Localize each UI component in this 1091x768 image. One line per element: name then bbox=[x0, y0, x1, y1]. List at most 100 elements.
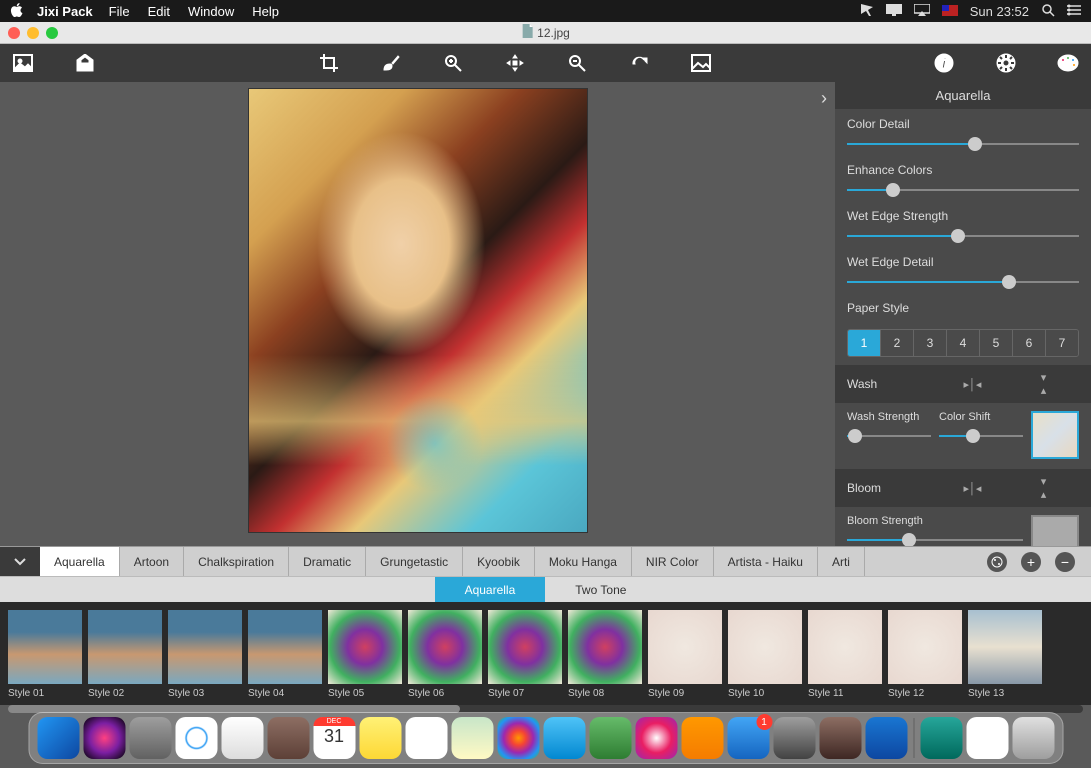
clock[interactable]: Sun 23:52 bbox=[970, 4, 1029, 19]
enhance-colors-slider[interactable] bbox=[847, 183, 1079, 197]
dock-itunes[interactable] bbox=[635, 717, 677, 759]
menu-window[interactable]: Window bbox=[188, 4, 234, 19]
brush-icon[interactable] bbox=[380, 52, 402, 74]
effect-tab-chalkspiration[interactable]: Chalkspiration bbox=[184, 547, 289, 576]
redo-icon[interactable] bbox=[628, 52, 650, 74]
crop-icon[interactable] bbox=[318, 52, 340, 74]
dock-ibooks[interactable] bbox=[681, 717, 723, 759]
style-preset[interactable]: Style 03 bbox=[168, 610, 242, 703]
color-detail-slider[interactable] bbox=[847, 137, 1079, 151]
bloom-strength-slider[interactable] bbox=[847, 533, 1023, 546]
display-icon[interactable] bbox=[886, 4, 902, 19]
style-preset[interactable]: Style 04 bbox=[248, 610, 322, 703]
dock-appstore[interactable]: 1 bbox=[727, 717, 769, 759]
dock-reminders[interactable] bbox=[405, 717, 447, 759]
style-preset[interactable]: Style 08 bbox=[568, 610, 642, 703]
app-name[interactable]: Jixi Pack bbox=[37, 4, 93, 19]
style-preset[interactable]: Style 09 bbox=[648, 610, 722, 703]
effect-tabs-expand-icon[interactable] bbox=[0, 547, 40, 576]
wash-strength-slider[interactable] bbox=[847, 429, 931, 443]
wet-edge-detail-slider[interactable] bbox=[847, 275, 1079, 289]
effect-tab-artoon[interactable]: Artoon bbox=[120, 547, 184, 576]
compare-icon[interactable] bbox=[690, 52, 712, 74]
paper-style-6[interactable]: 6 bbox=[1013, 330, 1046, 356]
close-window-button[interactable] bbox=[8, 27, 20, 39]
style-preset[interactable]: Style 06 bbox=[408, 610, 482, 703]
color-shift-slider[interactable] bbox=[939, 429, 1023, 443]
dock-safari[interactable] bbox=[175, 717, 217, 759]
menu-file[interactable]: File bbox=[109, 4, 130, 19]
sub-tab-two-tone[interactable]: Two Tone bbox=[545, 577, 656, 602]
wet-edge-strength-slider[interactable] bbox=[847, 229, 1079, 243]
quick-action-icon[interactable] bbox=[860, 3, 874, 20]
bloom-flip-horizontal-icon[interactable]: ▸│◂ bbox=[937, 482, 1008, 495]
dock-messages[interactable] bbox=[543, 717, 585, 759]
paper-style-2[interactable]: 2 bbox=[881, 330, 914, 356]
effect-tab-grungetastic[interactable]: Grungetastic bbox=[366, 547, 463, 576]
dock-calendar[interactable]: DEC31 bbox=[313, 717, 355, 759]
paper-style-4[interactable]: 4 bbox=[947, 330, 980, 356]
dock-downloads[interactable] bbox=[920, 717, 962, 759]
palette-icon[interactable] bbox=[1057, 52, 1079, 74]
effect-tab-dramatic[interactable]: Dramatic bbox=[289, 547, 366, 576]
menu-help[interactable]: Help bbox=[252, 4, 279, 19]
remove-preset-button[interactable]: − bbox=[1055, 552, 1075, 572]
settings-icon[interactable] bbox=[995, 52, 1017, 74]
pan-icon[interactable] bbox=[504, 52, 526, 74]
style-preset[interactable]: Style 10 bbox=[728, 610, 802, 703]
apple-menu-icon[interactable] bbox=[10, 3, 23, 20]
paper-style-3[interactable]: 3 bbox=[914, 330, 947, 356]
style-preset[interactable]: Style 02 bbox=[88, 610, 162, 703]
effect-tab-moku-hanga[interactable]: Moku Hanga bbox=[535, 547, 632, 576]
dock-contacts[interactable] bbox=[267, 717, 309, 759]
dock-siri[interactable] bbox=[83, 717, 125, 759]
dock-maps[interactable] bbox=[451, 717, 493, 759]
bloom-preview-thumb[interactable] bbox=[1031, 515, 1079, 546]
sub-tab-aquarella[interactable]: Aquarella bbox=[435, 577, 546, 602]
paper-style-5[interactable]: 5 bbox=[980, 330, 1013, 356]
wash-preview-thumb[interactable] bbox=[1031, 411, 1079, 459]
dock-finder[interactable] bbox=[37, 717, 79, 759]
flip-vertical-icon[interactable]: ▾▴ bbox=[1008, 371, 1079, 397]
dock-photos[interactable] bbox=[497, 717, 539, 759]
effect-tab-arti[interactable]: Arti bbox=[818, 547, 865, 576]
dock-mail[interactable] bbox=[221, 717, 263, 759]
paper-style-7[interactable]: 7 bbox=[1046, 330, 1078, 356]
style-preset[interactable]: Style 05 bbox=[328, 610, 402, 703]
dock-app1[interactable] bbox=[819, 717, 861, 759]
style-preset[interactable]: Style 11 bbox=[808, 610, 882, 703]
effect-tab-nir-color[interactable]: NIR Color bbox=[632, 547, 714, 576]
notification-center-icon[interactable] bbox=[1067, 4, 1081, 19]
zoom-in-icon[interactable] bbox=[442, 52, 464, 74]
effect-tab-kyoobik[interactable]: Kyoobik bbox=[463, 547, 535, 576]
style-preset[interactable]: Style 12 bbox=[888, 610, 962, 703]
effect-tab-aquarella[interactable]: Aquarella bbox=[40, 547, 120, 576]
bloom-flip-vertical-icon[interactable]: ▾▴ bbox=[1008, 475, 1079, 501]
zoom-out-icon[interactable] bbox=[566, 52, 588, 74]
dock-folder[interactable] bbox=[966, 717, 1008, 759]
style-preset[interactable]: Style 13 bbox=[968, 610, 1042, 703]
style-strip[interactable]: Style 01Style 02Style 03Style 04Style 05… bbox=[0, 602, 1091, 705]
minimize-window-button[interactable] bbox=[27, 27, 39, 39]
canvas-area[interactable]: › bbox=[0, 82, 835, 546]
flip-horizontal-icon[interactable]: ▸│◂ bbox=[937, 378, 1008, 391]
dock-preferences[interactable] bbox=[773, 717, 815, 759]
style-preset[interactable]: Style 01 bbox=[8, 610, 82, 703]
random-button[interactable] bbox=[987, 552, 1007, 572]
paper-style-1[interactable]: 1 bbox=[848, 330, 881, 356]
dock-trash[interactable] bbox=[1012, 717, 1054, 759]
open-image-icon[interactable] bbox=[12, 52, 34, 74]
add-preset-button[interactable]: + bbox=[1021, 552, 1041, 572]
panel-collapse-chevron-icon[interactable]: › bbox=[821, 88, 827, 109]
airplay-icon[interactable] bbox=[914, 4, 930, 19]
dock-jixipix[interactable] bbox=[865, 717, 907, 759]
zoom-window-button[interactable] bbox=[46, 27, 58, 39]
effect-tab-artista-haiku[interactable]: Artista - Haiku bbox=[714, 547, 818, 576]
info-icon[interactable]: i bbox=[933, 52, 955, 74]
style-preset[interactable]: Style 07 bbox=[488, 610, 562, 703]
dock-facetime[interactable] bbox=[589, 717, 631, 759]
save-image-icon[interactable] bbox=[74, 52, 96, 74]
dock-notes[interactable] bbox=[359, 717, 401, 759]
spotlight-icon[interactable] bbox=[1041, 3, 1055, 20]
dock-launchpad[interactable] bbox=[129, 717, 171, 759]
